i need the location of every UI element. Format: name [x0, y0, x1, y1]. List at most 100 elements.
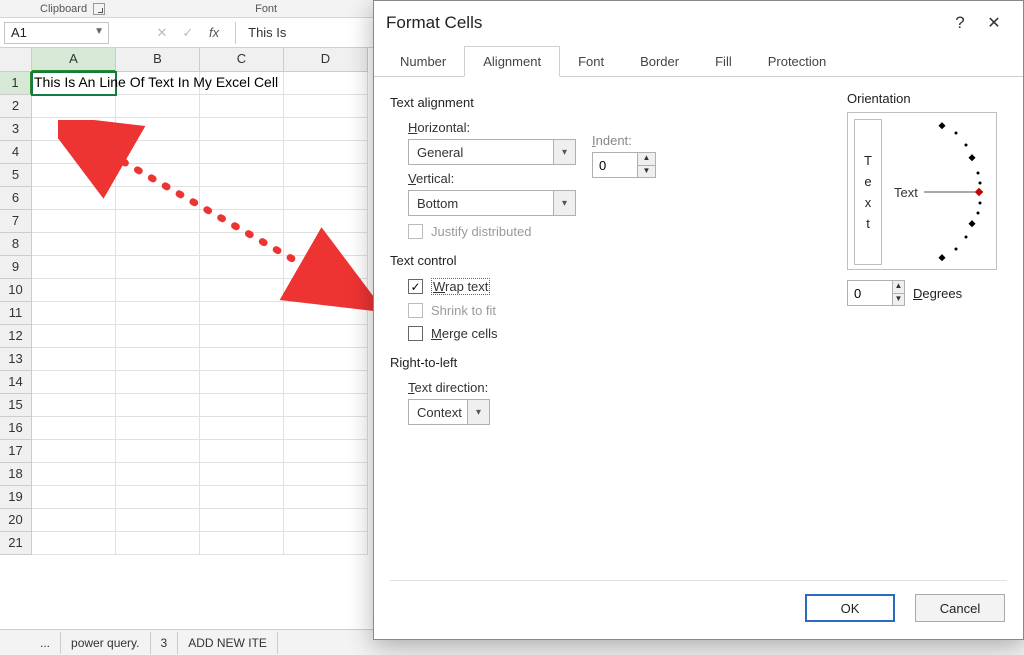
cell-d12[interactable] [284, 325, 368, 348]
sheet-tab-overflow[interactable]: ... [30, 632, 61, 654]
row-header-1[interactable]: 1 [0, 72, 32, 95]
horizontal-select[interactable]: General ▾ [408, 139, 576, 165]
name-box[interactable]: A1 ▼ [4, 22, 109, 44]
chevron-down-icon[interactable]: ▾ [553, 191, 575, 215]
cell-b19[interactable] [116, 486, 200, 509]
close-icon[interactable]: ✕ [977, 13, 1011, 33]
cell-d6[interactable] [284, 187, 368, 210]
chevron-down-icon[interactable]: ▾ [467, 400, 489, 424]
row-header-21[interactable]: 21 [0, 532, 32, 555]
row-header-3[interactable]: 3 [0, 118, 32, 141]
cell-c19[interactable] [200, 486, 284, 509]
row-header-19[interactable]: 19 [0, 486, 32, 509]
cell-a14[interactable] [32, 371, 116, 394]
cell-b12[interactable] [116, 325, 200, 348]
row-header-10[interactable]: 10 [0, 279, 32, 302]
cell-d16[interactable] [284, 417, 368, 440]
sheet-tab-add-new[interactable]: ADD NEW ITE [178, 632, 278, 654]
row-header-9[interactable]: 9 [0, 256, 32, 279]
cell-c4[interactable] [200, 141, 284, 164]
ok-button[interactable]: OK [805, 594, 895, 622]
cell-d2[interactable] [284, 95, 368, 118]
row-header-18[interactable]: 18 [0, 463, 32, 486]
cell-a11[interactable] [32, 302, 116, 325]
cell-a15[interactable] [32, 394, 116, 417]
cell-a8[interactable] [32, 233, 116, 256]
cell-b21[interactable] [116, 532, 200, 555]
cell-c8[interactable] [200, 233, 284, 256]
cell-d17[interactable] [284, 440, 368, 463]
cell-b17[interactable] [116, 440, 200, 463]
chevron-down-icon[interactable]: ▾ [553, 140, 575, 164]
spin-up-icon[interactable]: ▲ [638, 153, 655, 166]
tab-fill[interactable]: Fill [697, 47, 750, 76]
cell-a1[interactable]: This Is An Line Of Text In My Excel Cell [32, 72, 116, 95]
cell-c14[interactable] [200, 371, 284, 394]
cell-b4[interactable] [116, 141, 200, 164]
indent-value[interactable] [593, 153, 637, 177]
name-box-dropdown-icon[interactable]: ▼ [94, 26, 104, 37]
cell-b2[interactable] [116, 95, 200, 118]
cell-a9[interactable] [32, 256, 116, 279]
cell-a5[interactable] [32, 164, 116, 187]
cell-d15[interactable] [284, 394, 368, 417]
cell-a12[interactable] [32, 325, 116, 348]
row-header-8[interactable]: 8 [0, 233, 32, 256]
orientation-arc[interactable]: Text [890, 119, 992, 265]
row-header-2[interactable]: 2 [0, 95, 32, 118]
cell-c20[interactable] [200, 509, 284, 532]
tab-font[interactable]: Font [560, 47, 622, 76]
cell-b18[interactable] [116, 463, 200, 486]
cell-a16[interactable] [32, 417, 116, 440]
cell-c2[interactable] [200, 95, 284, 118]
row-header-11[interactable]: 11 [0, 302, 32, 325]
orientation-vertical-text[interactable]: Text [854, 119, 882, 265]
cell-c7[interactable] [200, 210, 284, 233]
cell-c16[interactable] [200, 417, 284, 440]
cell-b6[interactable] [116, 187, 200, 210]
cell-d19[interactable] [284, 486, 368, 509]
column-header-d[interactable]: D [284, 48, 368, 72]
cell-c17[interactable] [200, 440, 284, 463]
orientation-box[interactable]: Text Text [847, 112, 997, 270]
cell-b5[interactable] [116, 164, 200, 187]
cell-d14[interactable] [284, 371, 368, 394]
cell-b14[interactable] [116, 371, 200, 394]
spin-up-icon[interactable]: ▲ [893, 281, 904, 294]
cell-a2[interactable] [32, 95, 116, 118]
cell-b8[interactable] [116, 233, 200, 256]
tab-protection[interactable]: Protection [750, 47, 845, 76]
row-header-12[interactable]: 12 [0, 325, 32, 348]
row-header-20[interactable]: 20 [0, 509, 32, 532]
spin-down-icon[interactable]: ▼ [638, 166, 655, 178]
fx-icon[interactable]: fx [209, 25, 219, 40]
cell-d9[interactable] [284, 256, 368, 279]
cell-a19[interactable] [32, 486, 116, 509]
cell-d7[interactable] [284, 210, 368, 233]
cell-b3[interactable] [116, 118, 200, 141]
cell-a4[interactable] [32, 141, 116, 164]
sheet-tab-3[interactable]: 3 [151, 632, 179, 654]
cell-d4[interactable] [284, 141, 368, 164]
row-header-15[interactable]: 15 [0, 394, 32, 417]
cell-a7[interactable] [32, 210, 116, 233]
indent-spinner[interactable]: ▲▼ [592, 152, 656, 178]
cell-a10[interactable] [32, 279, 116, 302]
select-all-corner[interactable] [0, 48, 32, 72]
cell-b10[interactable] [116, 279, 200, 302]
degrees-spinner[interactable]: ▲▼ [847, 280, 905, 306]
cell-d3[interactable] [284, 118, 368, 141]
tab-border[interactable]: Border [622, 47, 697, 76]
row-header-6[interactable]: 6 [0, 187, 32, 210]
vertical-select[interactable]: Bottom ▾ [408, 190, 576, 216]
row-header-17[interactable]: 17 [0, 440, 32, 463]
cell-d5[interactable] [284, 164, 368, 187]
tab-number[interactable]: Number [382, 47, 464, 76]
confirm-edit-icon[interactable]: ✓ [175, 25, 201, 41]
cell-c18[interactable] [200, 463, 284, 486]
column-header-a[interactable]: A [32, 48, 116, 72]
cell-b11[interactable] [116, 302, 200, 325]
cell-d11[interactable] [284, 302, 368, 325]
cell-b9[interactable] [116, 256, 200, 279]
spin-down-icon[interactable]: ▼ [893, 294, 904, 306]
